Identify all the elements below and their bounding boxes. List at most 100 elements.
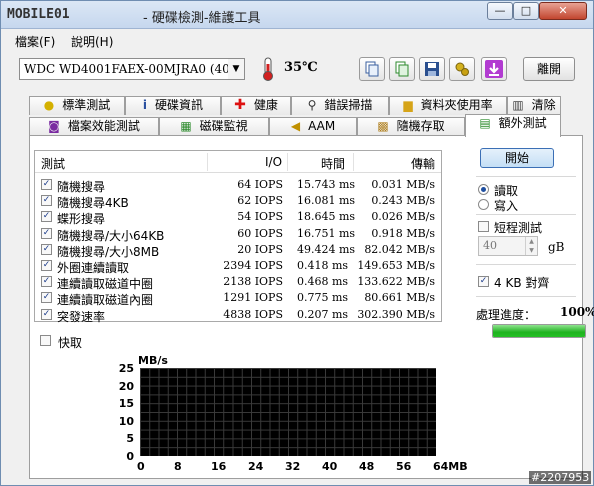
table-row[interactable]: ✓ 突發速率 4838 IOPS 0.207 ms 302.390 MB/s — [35, 307, 441, 324]
progress-fill — [493, 325, 585, 337]
short-test-checkbox[interactable] — [478, 221, 489, 232]
transfer-graph: MB/s 25 20 15 10 5 0 0 8 16 24 32 40 48 56 64MB — [110, 354, 468, 474]
lightbulb-icon: ● — [43, 98, 55, 112]
table-row[interactable]: ✓ 隨機搜尋/大小64KB 60 IOPS 16.751 ms 0.918 MB/s — [35, 226, 441, 243]
column-divider — [207, 153, 208, 171]
tab-extra-tests[interactable]: ▤ 額外測試 — [465, 114, 561, 137]
copy-icon — [365, 61, 379, 77]
cache-label: 快取 — [58, 336, 83, 350]
save-button[interactable] — [419, 57, 445, 81]
tab-disk-monitor[interactable]: ▦ 磁碟監視 — [159, 117, 269, 136]
header-test: 測試 — [41, 157, 66, 171]
table-row[interactable]: ✓ 連續讀取磁道內圈 1291 IOPS 0.775 ms 80.661 MB/s — [35, 290, 441, 307]
scatter-icon: ▩ — [377, 119, 389, 133]
row-checkbox[interactable]: ✓ — [41, 292, 52, 304]
drive-select[interactable]: WDC WD4001FAEX-00MJRA0 (4000 gB) ▼ — [19, 58, 245, 80]
divider — [476, 296, 576, 297]
minimize-button[interactable]: — — [487, 2, 513, 20]
row-io: 20 IOPS — [237, 242, 283, 256]
row-rate: 133.622 MB/s — [357, 275, 435, 289]
tab-folder-usage[interactable]: ▆ 資料夾使用率 — [389, 96, 507, 115]
read-radio[interactable] — [478, 184, 489, 195]
row-rate: 80.661 MB/s — [364, 291, 435, 305]
row-checkbox[interactable]: ✓ — [41, 260, 52, 271]
table-row[interactable]: ✓ 連續讀取磁道中圈 2138 IOPS 0.468 ms 133.622 MB/s — [35, 274, 441, 291]
maximize-button[interactable]: □ — [513, 2, 539, 20]
write-radio[interactable] — [478, 199, 489, 210]
app-logo: MOBILE01 — [7, 7, 70, 22]
health-cross-icon: ✚ — [234, 97, 246, 113]
table-row[interactable]: ✓ 隨機搜尋4KB 62 IOPS 16.081 ms 0.243 MB/s — [35, 193, 441, 210]
divider — [476, 214, 576, 215]
tab-benchmark[interactable]: ● 標準測試 — [29, 96, 125, 115]
extra-test-icon: ▤ — [479, 116, 491, 130]
y-tick-label: 10 — [118, 414, 134, 428]
short-test-label: 短程測試 — [494, 221, 543, 235]
app-window: MOBILE01 - 硬碟檢測-維護工具 — □ ✕ 檔案(F) 說明(H) W… — [0, 0, 594, 486]
row-time: 0.207 ms — [297, 307, 349, 321]
info-icon: i — [142, 98, 148, 112]
row-io: 64 IOPS — [237, 178, 283, 191]
copy-button[interactable] — [359, 57, 385, 81]
download-button[interactable] — [481, 57, 507, 81]
tab-aam[interactable]: ◀ AAM — [269, 117, 357, 136]
size-spinner[interactable]: 40 ▲ ▼ — [478, 236, 538, 256]
divider — [476, 264, 576, 265]
header-rate: 傳輸 — [411, 157, 436, 171]
table-row[interactable]: ✓ 隨機搜尋 64 IOPS 15.743 ms 0.031 MB/s — [35, 177, 441, 194]
row-rate: 0.026 MB/s — [371, 210, 435, 224]
row-checkbox[interactable]: ✓ — [41, 276, 52, 288]
row-time: 16.081 ms — [297, 194, 356, 208]
align-4kb-label: 4 KB 對齊 — [494, 276, 550, 290]
row-checkbox[interactable]: ✓ — [41, 211, 52, 223]
tab-info[interactable]: i 硬碟資訊 — [125, 96, 221, 115]
row-io: 62 IOPS — [237, 194, 283, 208]
graph-unit: MB/s — [138, 354, 168, 367]
start-button[interactable]: 開始 — [480, 148, 554, 168]
row-checkbox[interactable]: ✓ — [41, 227, 52, 239]
row-rate: 302.390 MB/s — [357, 307, 435, 321]
write-label: 寫入 — [494, 199, 519, 213]
row-checkbox[interactable]: ✓ — [41, 195, 52, 207]
menu-help[interactable]: 說明(H) — [71, 33, 113, 50]
options-button[interactable] — [449, 57, 475, 81]
row-io: 1291 IOPS — [223, 291, 283, 305]
row-time: 49.424 ms — [297, 242, 356, 256]
header-time: 時間 — [321, 157, 346, 171]
table-row[interactable]: ✓ 外圈連續讀取 2394 IOPS 0.418 ms 149.653 MB/s — [35, 258, 441, 275]
x-tick-label: 56 — [396, 460, 412, 473]
size-unit: gB — [548, 240, 565, 254]
row-time: 0.468 ms — [297, 275, 349, 289]
exit-button[interactable]: 離開 — [523, 57, 575, 81]
row-checkbox[interactable]: ✓ — [41, 243, 52, 255]
column-divider — [287, 153, 288, 171]
divider — [476, 176, 576, 177]
row-checkbox[interactable]: ✓ — [41, 179, 52, 190]
row-time: 15.743 ms — [297, 178, 356, 191]
y-tick-label: 20 — [118, 379, 134, 393]
align-4kb-checkbox[interactable]: ✓ — [478, 276, 489, 287]
drive-select-value: WDC WD4001FAEX-00MJRA0 (4000 gB) — [24, 62, 244, 76]
speaker-icon: ◀ — [290, 119, 301, 133]
monitor-chart-icon: ▦ — [180, 119, 192, 133]
x-tick-label: 32 — [285, 460, 301, 473]
toolbar: WDC WD4001FAEX-00MJRA0 (4000 gB) ▼ 35℃ 離… — [1, 51, 593, 91]
tab-file-benchmark[interactable]: ◙ 檔案效能測試 — [29, 117, 159, 136]
trash-icon: ▥ — [512, 98, 524, 112]
tab-error-scan[interactable]: ⚲ 錯誤掃描 — [291, 96, 389, 115]
menu-file[interactable]: 檔案(F) — [15, 33, 55, 50]
copy-all-button[interactable] — [389, 57, 415, 81]
table-row[interactable]: ✓ 蝶形搜尋 54 IOPS 18.645 ms 0.026 MB/s — [35, 209, 441, 226]
row-checkbox[interactable]: ✓ — [41, 308, 52, 320]
cache-checkbox[interactable] — [40, 335, 51, 346]
folder-icon: ▆ — [403, 98, 413, 112]
tab-health[interactable]: ✚ 健康 — [221, 96, 291, 115]
spinner-arrows-icon[interactable]: ▲ ▼ — [525, 237, 537, 255]
header-io: I/O — [265, 155, 283, 169]
x-tick-label: 0 — [137, 460, 145, 473]
close-button[interactable]: ✕ — [539, 2, 587, 20]
table-row[interactable]: ✓ 隨機搜尋/大小8MB 20 IOPS 49.424 ms 82.042 MB/s — [35, 242, 441, 259]
tab-random-access[interactable]: ▩ 隨機存取 — [357, 117, 465, 136]
window-title: - 硬碟檢測-維護工具 — [143, 11, 261, 26]
tab-erase[interactable]: ▥ 清除 — [507, 96, 561, 115]
